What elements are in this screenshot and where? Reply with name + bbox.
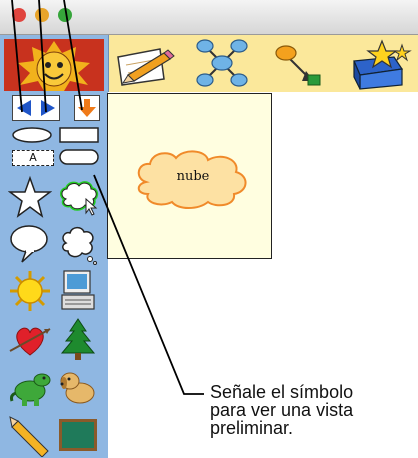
callout-line-1: Señale el símbolo: [210, 382, 354, 402]
callout-line-2: para ver una vista: [210, 400, 354, 420]
callout-line-3: preliminar.: [210, 418, 294, 438]
callout-text: Señale el símbolo para ver una vista pre…: [210, 383, 418, 437]
